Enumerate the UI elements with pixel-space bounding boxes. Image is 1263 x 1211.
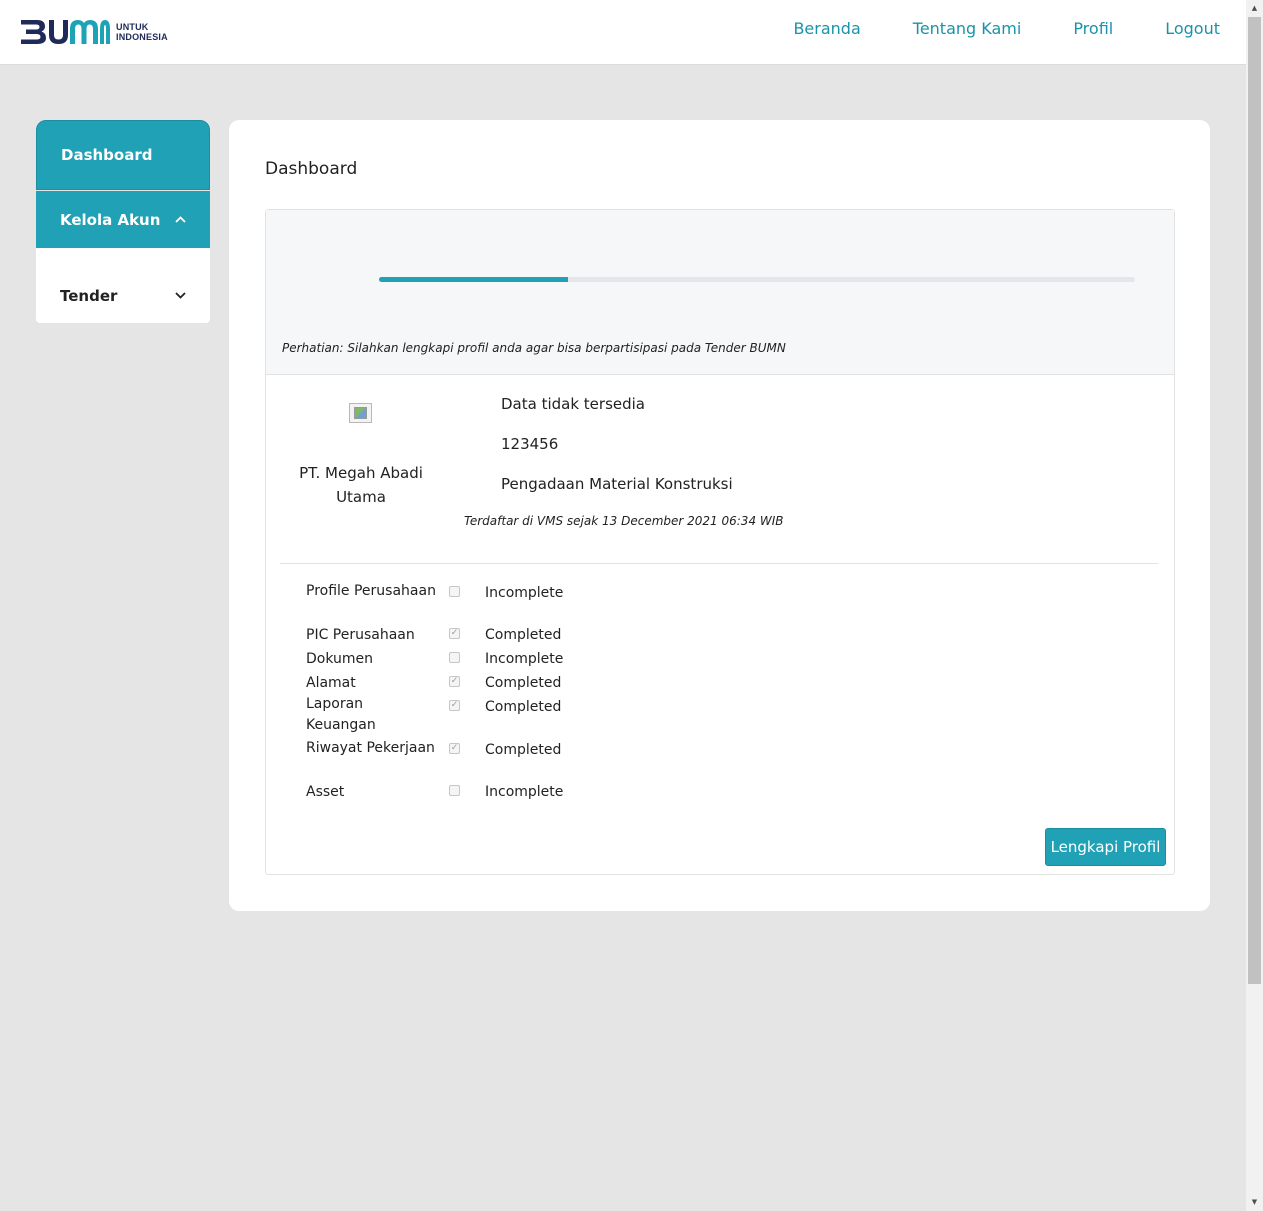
sidebar-item-kelola-akun[interactable]: Kelola Akun xyxy=(36,191,210,248)
company-status: Data tidak tersedia xyxy=(501,395,646,413)
checklist-checkbox xyxy=(449,586,460,597)
profile-progress-bar xyxy=(379,277,1135,282)
checklist-label: Riwayat Pekerjaan xyxy=(306,740,435,756)
checklist-checkbox: ✓ xyxy=(449,628,460,639)
chevron-up-icon xyxy=(175,216,186,223)
sidebar: Dashboard Kelola Akun Tender xyxy=(36,120,210,323)
checklist-status: Completed xyxy=(485,699,562,715)
company-category: Pengadaan Material Konstruksi xyxy=(501,475,733,493)
checklist-status: Incomplete xyxy=(485,585,564,601)
top-navbar: UNTUK INDONESIA Beranda Tentang Kami Pro… xyxy=(0,0,1246,65)
sidebar-item-tender[interactable]: Tender xyxy=(36,248,210,323)
checklist-status: Incomplete xyxy=(485,651,564,667)
chevron-down-icon xyxy=(175,292,186,299)
checklist-checkbox xyxy=(449,785,460,796)
logo-tagline-line1: UNTUK xyxy=(116,22,149,32)
company-logo-image xyxy=(349,403,372,423)
checklist-status: Completed xyxy=(485,675,562,691)
profile-progress-fill xyxy=(379,277,568,282)
logo-tagline-line2: INDONESIA xyxy=(116,32,168,42)
checklist-checkbox: ✓ xyxy=(449,700,460,711)
checklist-label: Profile Perusahaan xyxy=(306,583,436,599)
scroll-down-arrow-icon[interactable]: ▼ xyxy=(1246,1194,1263,1211)
profile-panel: Perhatian: Silahkan lengkapi profil anda… xyxy=(265,209,1175,875)
checklist-label: Laporan Keuangan xyxy=(306,696,376,733)
checklist-label: PIC Perusahaan xyxy=(306,627,415,643)
company-id: 123456 xyxy=(501,435,559,453)
checklist-status: Incomplete xyxy=(485,784,564,800)
checklist-label: Asset xyxy=(306,784,345,800)
bumn-logo[interactable]: UNTUK INDONESIA xyxy=(19,17,168,47)
notice-text: Perhatian: Silahkan lengkapi profil anda… xyxy=(282,341,786,355)
registered-date: Terdaftar di VMS sejak 13 December 2021 … xyxy=(464,514,784,528)
bumn-logo-mark-icon xyxy=(21,20,110,44)
logo-tagline: UNTUK INDONESIA xyxy=(116,22,168,42)
checklist-status: Completed xyxy=(485,742,562,758)
profile-progress-section: Perhatian: Silahkan lengkapi profil anda… xyxy=(266,210,1174,375)
checklist-checkbox: ✓ xyxy=(449,743,460,754)
main-nav: Beranda Tentang Kami Profil Logout xyxy=(741,19,1220,38)
sidebar-item-label: Dashboard xyxy=(61,146,153,164)
sidebar-item-dashboard[interactable]: Dashboard xyxy=(36,120,210,190)
checklist-status: Completed xyxy=(485,627,562,643)
vertical-scrollbar[interactable]: ▲ ▼ xyxy=(1246,0,1263,1211)
nav-beranda[interactable]: Beranda xyxy=(793,19,860,38)
checklist-label: Dokumen xyxy=(306,651,374,667)
lengkapi-profil-button[interactable]: Lengkapi Profil xyxy=(1045,828,1166,866)
checklist-checkbox xyxy=(449,652,460,663)
page-title: Dashboard xyxy=(265,159,358,179)
nav-logout[interactable]: Logout xyxy=(1165,19,1220,38)
sidebar-item-label: Kelola Akun xyxy=(60,210,161,229)
checklist-checkbox: ✓ xyxy=(449,676,460,687)
nav-profil[interactable]: Profil xyxy=(1073,19,1113,38)
scroll-up-arrow-icon[interactable]: ▲ xyxy=(1246,0,1263,17)
nav-tentang-kami[interactable]: Tentang Kami xyxy=(913,19,1022,38)
dashboard-card: Dashboard Perhatian: Silahkan lengkapi p… xyxy=(229,120,1210,911)
company-name: PT. Megah Abadi Utama xyxy=(299,464,423,506)
sidebar-item-label: Tender xyxy=(60,286,118,305)
checklist-label: Alamat xyxy=(306,675,356,691)
divider xyxy=(280,563,1158,564)
scrollbar-thumb[interactable] xyxy=(1248,17,1261,984)
